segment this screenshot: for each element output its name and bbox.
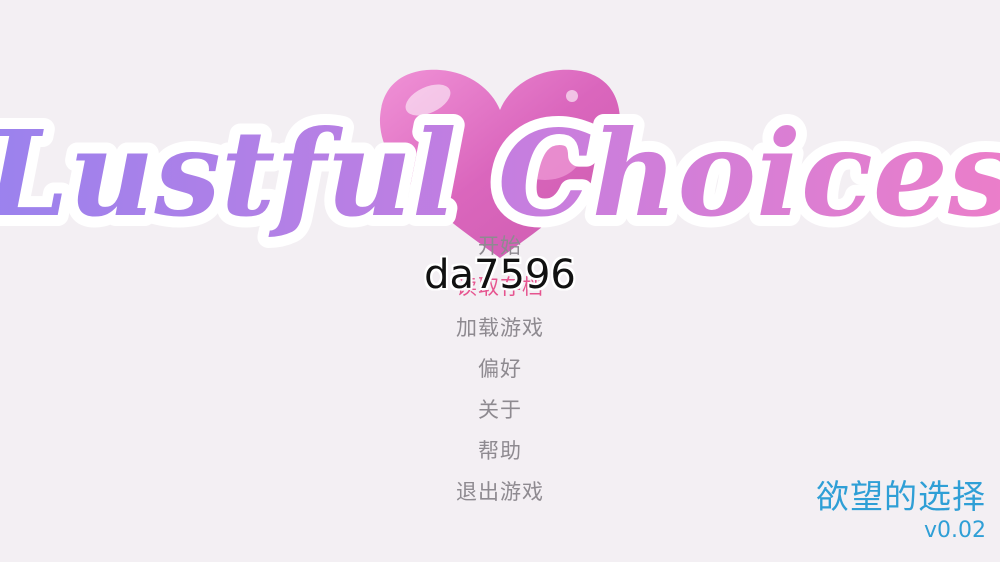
- menu-continue-button[interactable]: 读取存档: [400, 267, 600, 308]
- menu-quit-button[interactable]: 退出游戏: [400, 472, 600, 513]
- menu-preferences-button[interactable]: 偏好: [400, 349, 600, 390]
- main-menu-screen: Lustful Choices Lustful Choices 开始 读取存档 …: [0, 0, 1000, 562]
- menu-help-button[interactable]: 帮助: [400, 431, 600, 472]
- menu-load-button[interactable]: 加载游戏: [400, 308, 600, 349]
- game-title-chinese: 欲望的选择: [816, 477, 986, 516]
- menu-start-button[interactable]: 开始: [400, 226, 600, 267]
- logo-text: Lustful Choices: [0, 104, 1000, 243]
- main-menu: 开始 读取存档 加载游戏 偏好 关于 帮助 退出游戏: [400, 226, 600, 513]
- menu-about-button[interactable]: 关于: [400, 390, 600, 431]
- version-label: v0.02: [923, 518, 986, 543]
